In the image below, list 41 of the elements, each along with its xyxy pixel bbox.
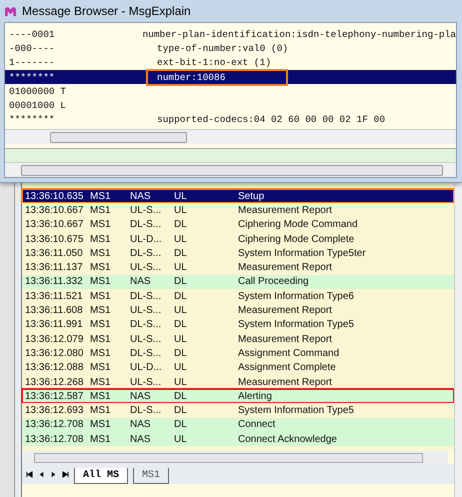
message-row[interactable]: 13:36:10.667 MS1 DL-S... DL Ciphering Mode Command xyxy=(22,218,454,232)
message-row[interactable]: 13:36:11.137 MS1 UL-S... UL Measurement Report xyxy=(22,260,454,275)
window-title: Message Browser - MsgExplain xyxy=(22,4,191,18)
bit-pattern: 1------- xyxy=(8,57,56,68)
field-value: number-plan-identification:isdn-telephony-numbering-pla xyxy=(142,28,456,40)
message-row[interactable]: 13:36:12.708 MS1 NAS DL Connect xyxy=(22,418,454,432)
message-row[interactable]: 13:36:11.521 MS1 DL-S... DL System Information Type6 xyxy=(22,289,454,304)
message-row[interactable]: 13:36:12.088 MS1 UL-D... UL Assignment Complete xyxy=(22,360,454,375)
bit-pattern: ******** xyxy=(8,72,56,83)
last-icon[interactable] xyxy=(62,471,69,478)
message-row[interactable]: 13:36:11.050 MS1 DL-S... DL System Information Type5ter xyxy=(22,246,454,260)
message-row[interactable]: 13:36:12.693 MS1 DL-S... DL System Information Type5 xyxy=(22,403,454,418)
message-row[interactable]: 13:36:11.608 MS1 UL-S... UL Measurement Report xyxy=(22,303,454,318)
message-row[interactable]: 13:36:10.635 MS1 NAS UL Setup xyxy=(22,189,454,204)
first-icon[interactable] xyxy=(26,471,33,478)
sheet-tab[interactable]: All MS xyxy=(74,468,128,484)
message-row[interactable]: 13:36:10.667 MS1 UL-S... UL Measurement Report xyxy=(22,203,454,218)
bit-pattern: 01000000 T xyxy=(8,86,68,97)
bit-pattern: 00001000 L xyxy=(8,100,68,112)
message-row[interactable]: 13:36:12.079 MS1 UL-S... UL Measurement Report xyxy=(22,332,454,346)
next-icon[interactable] xyxy=(50,471,57,478)
horizontal-scrollbar[interactable] xyxy=(22,451,448,464)
message-row[interactable]: 13:36:11.332 MS1 NAS DL Call Proceeding xyxy=(22,274,454,290)
vertical-scrollbar[interactable] xyxy=(454,180,462,497)
field-value: number:10086 xyxy=(149,72,286,83)
message-row[interactable]: 13:36:12.587 MS1 NAS DL Alerting xyxy=(22,389,454,404)
message-row[interactable]: 13:36:12.080 MS1 DL-S... DL Assignment Command xyxy=(22,346,454,361)
horizontal-scrollbar[interactable] xyxy=(5,162,456,178)
app-icon xyxy=(4,6,17,16)
sheet-tab[interactable]: MS1 xyxy=(133,468,170,484)
message-row[interactable]: 13:36:12.708 MS1 NAS UL Connect Acknowledge xyxy=(22,432,454,446)
bit-pattern: -000---- xyxy=(8,42,56,54)
message-row[interactable]: 13:36:10.675 MS1 UL-D... UL Ciphering Mode Complete xyxy=(22,232,454,246)
message-row[interactable]: 13:36:11.991 MS1 DL-S... DL System Information Type5 xyxy=(22,318,454,332)
bit-pattern: ----0001 xyxy=(8,28,56,40)
bit-pattern: ******** xyxy=(8,114,56,126)
horizontal-scrollbar[interactable] xyxy=(5,129,456,144)
field-value: supported-codecs:04 02 60 00 00 02 1F 00 xyxy=(157,114,386,126)
previous-icon[interactable] xyxy=(38,471,45,478)
field-value: type-of-number:val0 (0) xyxy=(157,42,288,54)
field-value: ext-bit-1:no-ext (1) xyxy=(157,57,272,68)
